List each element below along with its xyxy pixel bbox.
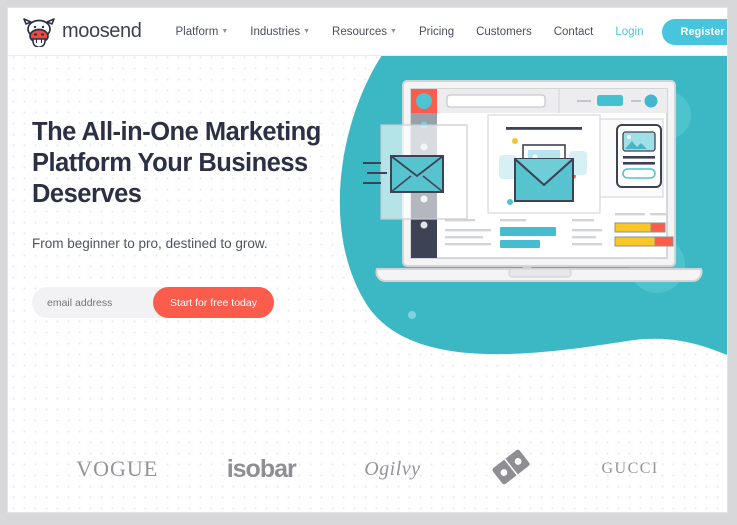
nav-item-pricing[interactable]: Pricing [419, 26, 454, 38]
nav-label: Industries [250, 25, 301, 38]
logo-dominos [489, 447, 533, 492]
main-navigation: Platform ▼ Industries ▼ Resources ▼ Pricing… [175, 26, 615, 38]
register-button[interactable]: Register [661, 18, 727, 45]
nav-item-resources[interactable]: Resources ▼ [332, 26, 397, 38]
hero-copy: The All-in-One Marketing Platform Your B… [32, 117, 362, 319]
nav-item-industries[interactable]: Industries ▼ [250, 26, 310, 38]
logo-isobar: isobar [226, 454, 297, 483]
landing-page: moosend Platform ▼ Industries ▼ Resources ▼… [8, 8, 727, 512]
chevron-down-icon: ▼ [390, 27, 397, 35]
logo-ogilvy: Ogilvy [364, 457, 421, 480]
email-input[interactable] [32, 286, 169, 319]
page-title: The All-in-One Marketing Platform Your B… [32, 118, 321, 208]
start-free-button[interactable]: Start for free today [153, 287, 274, 318]
site-header: moosend Platform ▼ Industries ▼ Resources ▼… [8, 8, 727, 56]
cow-head-icon [23, 17, 55, 47]
logo-gucci: GUCCI [601, 460, 659, 477]
nav-item-customers[interactable]: Customers [476, 26, 532, 38]
header-actions: Login Register [615, 18, 727, 45]
nav-item-contact[interactable]: Contact [554, 26, 594, 38]
logo-vogue: VOGUE [76, 456, 159, 481]
nav-item-platform[interactable]: Platform ▼ [175, 26, 228, 38]
chevron-down-icon: ▼ [303, 27, 311, 35]
brand-logo[interactable]: moosend [22, 17, 142, 47]
chevron-down-icon: ▼ [221, 27, 229, 35]
nav-label: Resources [332, 25, 388, 38]
brand-name: moosend [62, 20, 142, 42]
login-link[interactable]: Login [615, 26, 643, 38]
signup-form: Start for free today [32, 286, 274, 319]
laptop-email-editor-illustration [363, 80, 703, 282]
hero-section: The All-in-One Marketing Platform Your B… [8, 55, 727, 391]
hero-subtitle: From beginner to pro, destined to grow. [32, 236, 268, 251]
client-logos: VOGUE isobar Ogilvy GUCCI [8, 426, 727, 512]
dominos-logo-icon [492, 449, 530, 484]
nav-label: Platform [175, 25, 219, 38]
